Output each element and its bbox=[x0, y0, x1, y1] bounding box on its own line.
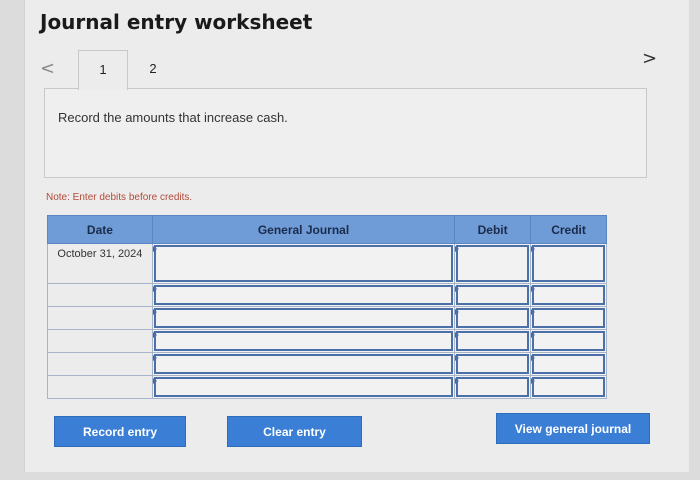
date-cell bbox=[47, 283, 153, 307]
record-entry-button[interactable]: Record entry bbox=[54, 416, 186, 447]
clear-entry-button[interactable]: Clear entry bbox=[227, 416, 362, 447]
note-text: Note: Enter debits before credits. bbox=[46, 192, 193, 203]
header-debit: Debit bbox=[454, 215, 532, 244]
general-journal-input[interactable] bbox=[151, 243, 456, 284]
page-title: Journal entry worksheet bbox=[40, 10, 313, 34]
next-arrow-icon[interactable]: > bbox=[642, 48, 657, 69]
general-journal-input[interactable] bbox=[151, 306, 456, 330]
date-cell bbox=[47, 306, 153, 330]
table-row bbox=[47, 283, 607, 307]
debit-input[interactable] bbox=[454, 306, 532, 330]
previous-arrow-icon[interactable]: < bbox=[40, 58, 55, 79]
debit-input[interactable] bbox=[454, 283, 532, 307]
credit-input[interactable] bbox=[530, 352, 607, 376]
date-cell bbox=[47, 329, 153, 353]
debit-input[interactable] bbox=[454, 329, 532, 353]
credit-input[interactable] bbox=[530, 306, 607, 330]
tab-1[interactable]: 1 bbox=[78, 50, 128, 90]
header-date: Date bbox=[47, 215, 153, 244]
tab-2[interactable]: 2 bbox=[128, 50, 178, 90]
table-row bbox=[47, 375, 607, 399]
header-general-journal: General Journal bbox=[151, 215, 456, 244]
date-cell: October 31, 2024 bbox=[47, 243, 153, 284]
date-cell bbox=[47, 352, 153, 376]
instruction-text: Record the amounts that increase cash. bbox=[58, 110, 288, 125]
date-cell bbox=[47, 375, 153, 399]
credit-input[interactable] bbox=[530, 283, 607, 307]
credit-input[interactable] bbox=[530, 375, 607, 399]
general-journal-input[interactable] bbox=[151, 375, 456, 399]
credit-input[interactable] bbox=[530, 329, 607, 353]
debit-input[interactable] bbox=[454, 375, 532, 399]
general-journal-input[interactable] bbox=[151, 352, 456, 376]
view-general-journal-button[interactable]: View general journal bbox=[496, 413, 650, 444]
table-header-row: Date General Journal Debit Credit bbox=[47, 215, 607, 244]
general-journal-input[interactable] bbox=[151, 329, 456, 353]
journal-table: Date General Journal Debit Credit Octobe… bbox=[47, 215, 607, 399]
table-row bbox=[47, 352, 607, 376]
instruction-box: Record the amounts that increase cash. bbox=[44, 88, 647, 178]
table-row bbox=[47, 329, 607, 353]
debit-input[interactable] bbox=[454, 352, 532, 376]
credit-input[interactable] bbox=[530, 243, 607, 284]
table-row bbox=[47, 306, 607, 330]
debit-input[interactable] bbox=[454, 243, 532, 284]
header-credit: Credit bbox=[530, 215, 607, 244]
general-journal-input[interactable] bbox=[151, 283, 456, 307]
table-row: October 31, 2024 bbox=[47, 243, 607, 284]
